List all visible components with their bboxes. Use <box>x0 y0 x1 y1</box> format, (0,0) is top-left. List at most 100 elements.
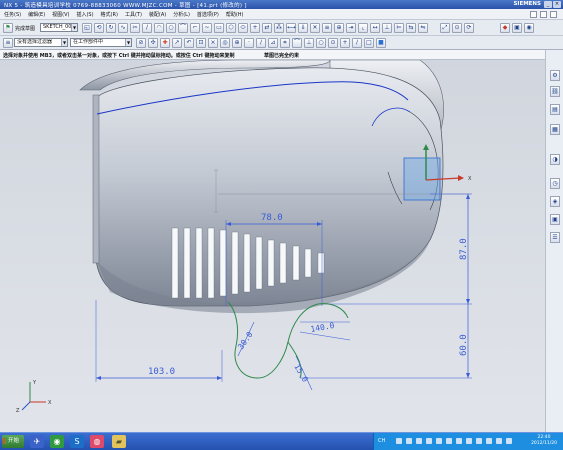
menu-item-format[interactable]: 格式(R) <box>101 11 118 18</box>
chamfer-icon[interactable]: ⌐ <box>190 23 200 33</box>
menu-item-preferences[interactable]: 首选项(P) <box>197 11 219 18</box>
center-snap-icon[interactable]: ⊙ <box>328 38 338 48</box>
endpoint-icon[interactable]: ↗ <box>172 38 182 48</box>
shaded-view-icon[interactable]: ◆ <box>500 23 510 33</box>
start-button[interactable]: 开始 <box>2 435 24 448</box>
show-constraints-icon[interactable]: ⊨ <box>394 23 404 33</box>
quick-tool-icon[interactable] <box>530 11 537 18</box>
quick-extend-icon[interactable]: ⇥ <box>346 23 356 33</box>
tray-icon[interactable] <box>466 438 472 444</box>
sketch-name-select[interactable]: SKETCH_006 ▼ <box>40 23 78 32</box>
graphics-window[interactable]: X 78.0 87.0 60.0 103.0 30.0 140.0 15.0 Y… <box>0 60 545 432</box>
arc-center-icon[interactable]: ◎ <box>220 38 230 48</box>
clock[interactable]: 22:40 2012/11/20 <box>531 435 557 447</box>
circle-icon[interactable]: ○ <box>166 23 176 33</box>
derived-lines-icon[interactable]: ≡ <box>322 23 332 33</box>
alternate-solution-icon[interactable]: ⇋ <box>418 23 428 33</box>
rapid-trim-icon[interactable]: ✂ <box>130 23 140 33</box>
selection-scope-select[interactable]: 在工作部件中 ▼ <box>70 38 132 47</box>
tray-icon[interactable] <box>496 438 502 444</box>
menu-item-analysis[interactable]: 分析(L) <box>173 11 190 18</box>
orient-view-icon[interactable]: ◱ <box>82 23 92 33</box>
square-snap-icon[interactable]: □ <box>364 38 374 48</box>
history-icon[interactable]: ◷ <box>550 178 560 189</box>
reattach-icon[interactable]: ⟲ <box>94 23 104 33</box>
constraint-navigator-icon[interactable]: ⛓ <box>550 86 560 97</box>
rotate-view-icon[interactable]: ⟳ <box>464 23 474 33</box>
snap-point-icon[interactable]: ✚ <box>160 38 170 48</box>
plus-snap-icon[interactable]: + <box>340 38 350 48</box>
menu-item-view[interactable]: 视图(V) <box>52 11 69 18</box>
rectangle-icon[interactable]: ▭ <box>214 23 224 33</box>
dim-height-lower[interactable]: 60.0 <box>459 334 469 356</box>
studio-spline-icon[interactable]: ~ <box>202 23 212 33</box>
close-button[interactable]: × <box>553 1 561 8</box>
menu-item-edit[interactable]: 编辑(E) <box>28 11 45 18</box>
point-icon[interactable]: + <box>250 23 260 33</box>
deselect-icon[interactable]: ⊘ <box>136 38 146 48</box>
intersection-curve-icon[interactable]: ✕ <box>310 23 320 33</box>
solid-cube-icon[interactable]: ■ <box>376 38 386 48</box>
polygon-icon[interactable]: ⬡ <box>226 23 236 33</box>
dim-width-bottom[interactable]: 103.0 <box>148 367 175 377</box>
bounded-grid-point-icon[interactable]: ⌗ <box>280 38 290 48</box>
tray-icon[interactable] <box>446 438 452 444</box>
media-icon[interactable]: ◍ <box>90 435 104 448</box>
tray-icon[interactable] <box>416 438 422 444</box>
menu-item-assembly[interactable]: 装配(A) <box>149 11 166 18</box>
qq-icon[interactable]: S <box>70 435 84 448</box>
graphics-svg[interactable]: X 78.0 87.0 60.0 103.0 30.0 140.0 15.0 Y… <box>0 60 545 432</box>
fit-view-icon[interactable]: ⤢ <box>440 23 450 33</box>
pattern-curve-icon[interactable]: ⁂ <box>274 23 284 33</box>
ellipse-icon[interactable]: ⬭ <box>238 23 248 33</box>
quick-tool-icon[interactable] <box>550 11 557 18</box>
quadrant-point-icon[interactable]: ⊕ <box>232 38 242 48</box>
perpendicular-icon[interactable]: ⊥ <box>304 38 314 48</box>
line-icon[interactable]: ∕ <box>142 23 152 33</box>
tray-icon[interactable] <box>426 438 432 444</box>
reuse-library-icon[interactable]: ▦ <box>550 124 560 135</box>
assembly-navigator-icon[interactable]: ⚙ <box>550 70 560 81</box>
add-existing-curves-icon[interactable]: ⊕ <box>334 23 344 33</box>
control-point-icon[interactable]: ⊡ <box>196 38 206 48</box>
input-language[interactable]: CH <box>378 438 385 444</box>
menu-item-tools[interactable]: 工具(T) <box>125 11 142 18</box>
selection-filter-select[interactable]: 没有选择过滤器 ▼ <box>14 38 68 47</box>
fillet-icon[interactable]: ⌒ <box>178 23 188 33</box>
process-studio-icon[interactable]: ▣ <box>550 214 560 225</box>
menu-item-help[interactable]: 帮助(H) <box>226 11 244 18</box>
tray-icon[interactable] <box>436 438 442 444</box>
project-curve-icon[interactable]: ⇓ <box>298 23 308 33</box>
mirror-curve-icon[interactable]: ⟷ <box>286 23 296 33</box>
arc-icon[interactable]: ◠ <box>154 23 164 33</box>
web-browser-icon[interactable]: ◑ <box>550 154 560 165</box>
tray-icon[interactable] <box>476 438 482 444</box>
intersection-point-icon[interactable]: ⨯ <box>208 38 218 48</box>
dim-height-upper[interactable]: 87.0 <box>459 238 469 260</box>
menu-item-insert[interactable]: 插入(S) <box>76 11 93 18</box>
constraints-icon[interactable]: ⊥ <box>382 23 392 33</box>
menu-icon[interactable]: ≡ <box>3 38 13 48</box>
tray-icon[interactable] <box>406 438 412 444</box>
quick-tool-icon[interactable] <box>540 11 547 18</box>
finish-sketch-label[interactable]: 完成草图 <box>15 25 35 32</box>
menu-item-task[interactable]: 任务(S) <box>4 11 21 18</box>
part-navigator-icon[interactable]: ▤ <box>550 104 560 115</box>
select-all-icon[interactable]: ✣ <box>148 38 158 48</box>
camera-icon[interactable]: ◉ <box>524 23 534 33</box>
system-materials-icon[interactable]: ◈ <box>550 196 560 207</box>
tangent-icon[interactable]: ⌒ <box>292 38 302 48</box>
circle-snap-icon[interactable]: ○ <box>316 38 326 48</box>
browser-icon[interactable]: ◉ <box>50 435 64 448</box>
folder-icon[interactable]: ▰ <box>112 435 126 448</box>
tray-icon[interactable] <box>506 438 512 444</box>
auto-dimension-icon[interactable]: ↔ <box>370 23 380 33</box>
roles-icon[interactable]: ☰ <box>550 232 560 243</box>
offset-curve-icon[interactable]: ⇄ <box>262 23 272 33</box>
profile-icon[interactable]: ∿ <box>118 23 128 33</box>
wireframe-view-icon[interactable]: ▣ <box>512 23 522 33</box>
finish-sketch-icon[interactable]: ⚑ <box>3 23 13 33</box>
minimize-button[interactable]: _ <box>544 1 552 8</box>
midpoint-icon[interactable]: ↶ <box>184 38 194 48</box>
convert-reference-icon[interactable]: ⇆ <box>406 23 416 33</box>
